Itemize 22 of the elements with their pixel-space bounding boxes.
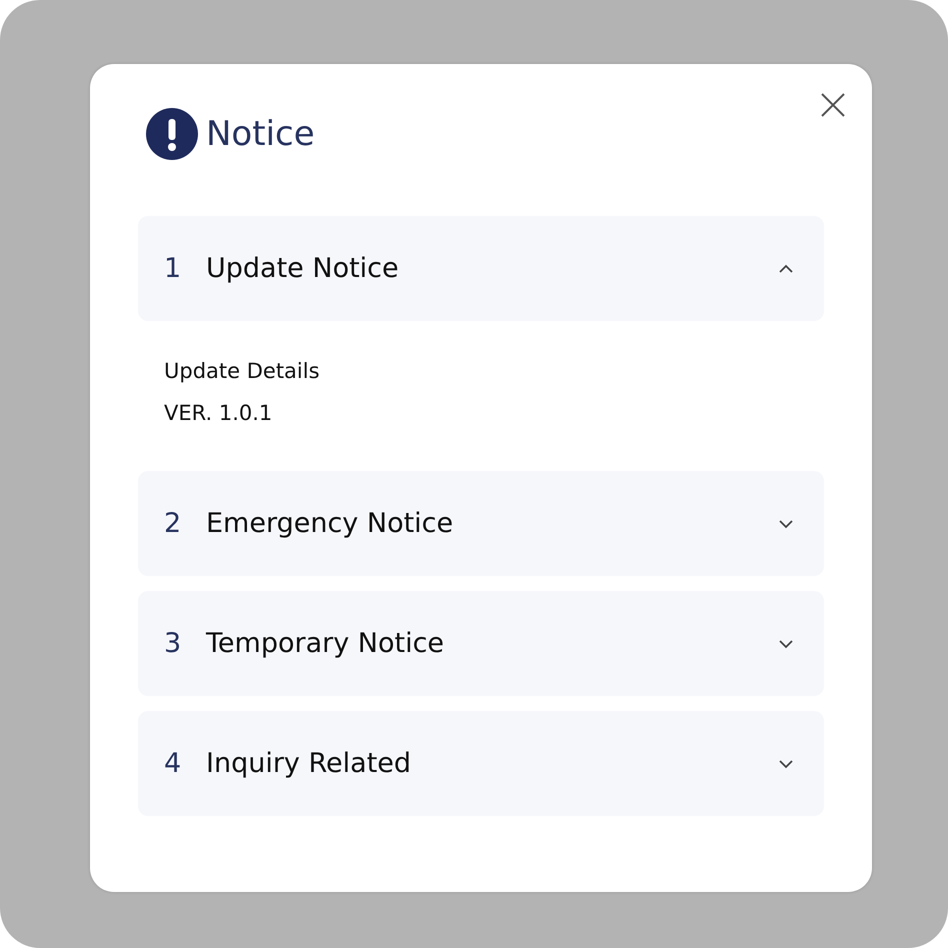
exclamation-icon	[146, 108, 198, 160]
accordion-header[interactable]: 2 Emergency Notice	[138, 471, 824, 576]
chevron-down-icon	[778, 758, 794, 768]
close-icon	[820, 92, 846, 118]
section-title: Update Notice	[206, 253, 400, 284]
detail-text: Update Details	[164, 359, 321, 383]
section-title: Temporary Notice	[206, 628, 446, 659]
section-number: 1	[164, 253, 182, 284]
accordion-header[interactable]: 1 Update Notice	[138, 216, 824, 321]
chevron-up-icon	[778, 264, 794, 274]
section-title: Inquiry Related	[206, 748, 412, 779]
section-title: Emergency Notice	[206, 508, 454, 539]
chevron-down-icon	[778, 518, 794, 528]
section-number: 2	[164, 508, 182, 539]
dialog-title: Notice	[206, 114, 315, 154]
accordion-header[interactable]: 4 Inquiry Related	[138, 711, 824, 816]
section-number: 3	[164, 628, 182, 659]
accordion-header[interactable]: 3 Temporary Notice	[138, 591, 824, 696]
section-number: 4	[164, 748, 182, 779]
chevron-down-icon	[778, 638, 794, 648]
detail-text: VER. 1.0.1	[164, 401, 274, 425]
close-button[interactable]	[820, 92, 846, 118]
